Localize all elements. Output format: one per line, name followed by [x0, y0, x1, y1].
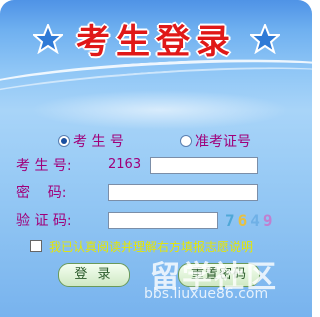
- password-input[interactable]: [108, 184, 258, 201]
- captcha-digit: 4: [250, 211, 260, 230]
- page-title: 考生登录: [76, 22, 236, 62]
- agreement-checkbox[interactable]: [30, 240, 42, 252]
- password-label: 密 码:: [16, 185, 67, 201]
- exam-no-input[interactable]: [150, 157, 258, 174]
- login-panel: 考生登录 考 生 号 准考证号 考 生 号: 2163 密 码: 验 证 码: …: [0, 0, 312, 317]
- exam-no-value: 2163: [108, 157, 142, 172]
- radio-exam-number[interactable]: 考 生 号: [58, 131, 124, 151]
- captcha-image[interactable]: 7649: [225, 211, 276, 230]
- captcha-label: 验 证 码:: [16, 213, 72, 229]
- captcha-digit: 6: [237, 211, 248, 230]
- radio-admission-number[interactable]: 准考证号: [180, 131, 251, 151]
- exam-no-label: 考 生 号:: [16, 158, 72, 174]
- radio-label: 准考证号: [195, 134, 251, 150]
- captcha-digit: 9: [262, 211, 273, 230]
- radio-selected-icon: [58, 135, 70, 147]
- decor-glow: [30, 90, 290, 130]
- login-button[interactable]: 登 录: [58, 263, 130, 287]
- radio-unselected-icon: [180, 135, 192, 147]
- captcha-input[interactable]: [108, 212, 218, 229]
- captcha-digit: 7: [225, 211, 235, 230]
- radio-label: 考 生 号: [73, 134, 124, 150]
- watermark-url: bbs.liuxue86.com: [144, 286, 269, 302]
